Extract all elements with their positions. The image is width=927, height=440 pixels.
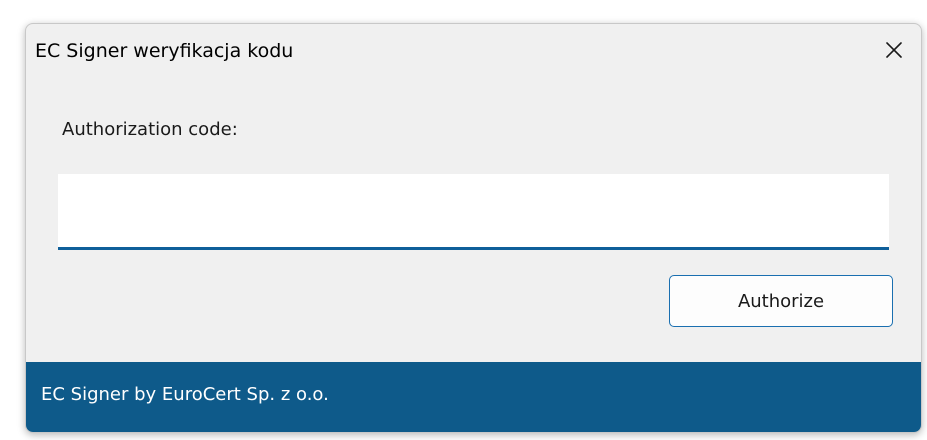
footer-bar: EC Signer by EuroCert Sp. z o.o. [26,362,921,432]
authorization-code-label: Authorization code: [62,119,238,140]
close-button[interactable] [867,24,921,76]
authorization-code-input[interactable] [58,174,889,250]
close-icon [886,42,902,58]
window-title: EC Signer weryfikacja kodu [35,40,294,62]
footer-text: EC Signer by EuroCert Sp. z o.o. [41,384,329,405]
title-bar[interactable]: EC Signer weryfikacja kodu [26,24,921,82]
dialog-window: EC Signer weryfikacja kodu Authorization… [25,23,922,433]
authorize-button[interactable]: Authorize [669,275,893,327]
dialog-content: Authorization code: Authorize [26,82,921,364]
